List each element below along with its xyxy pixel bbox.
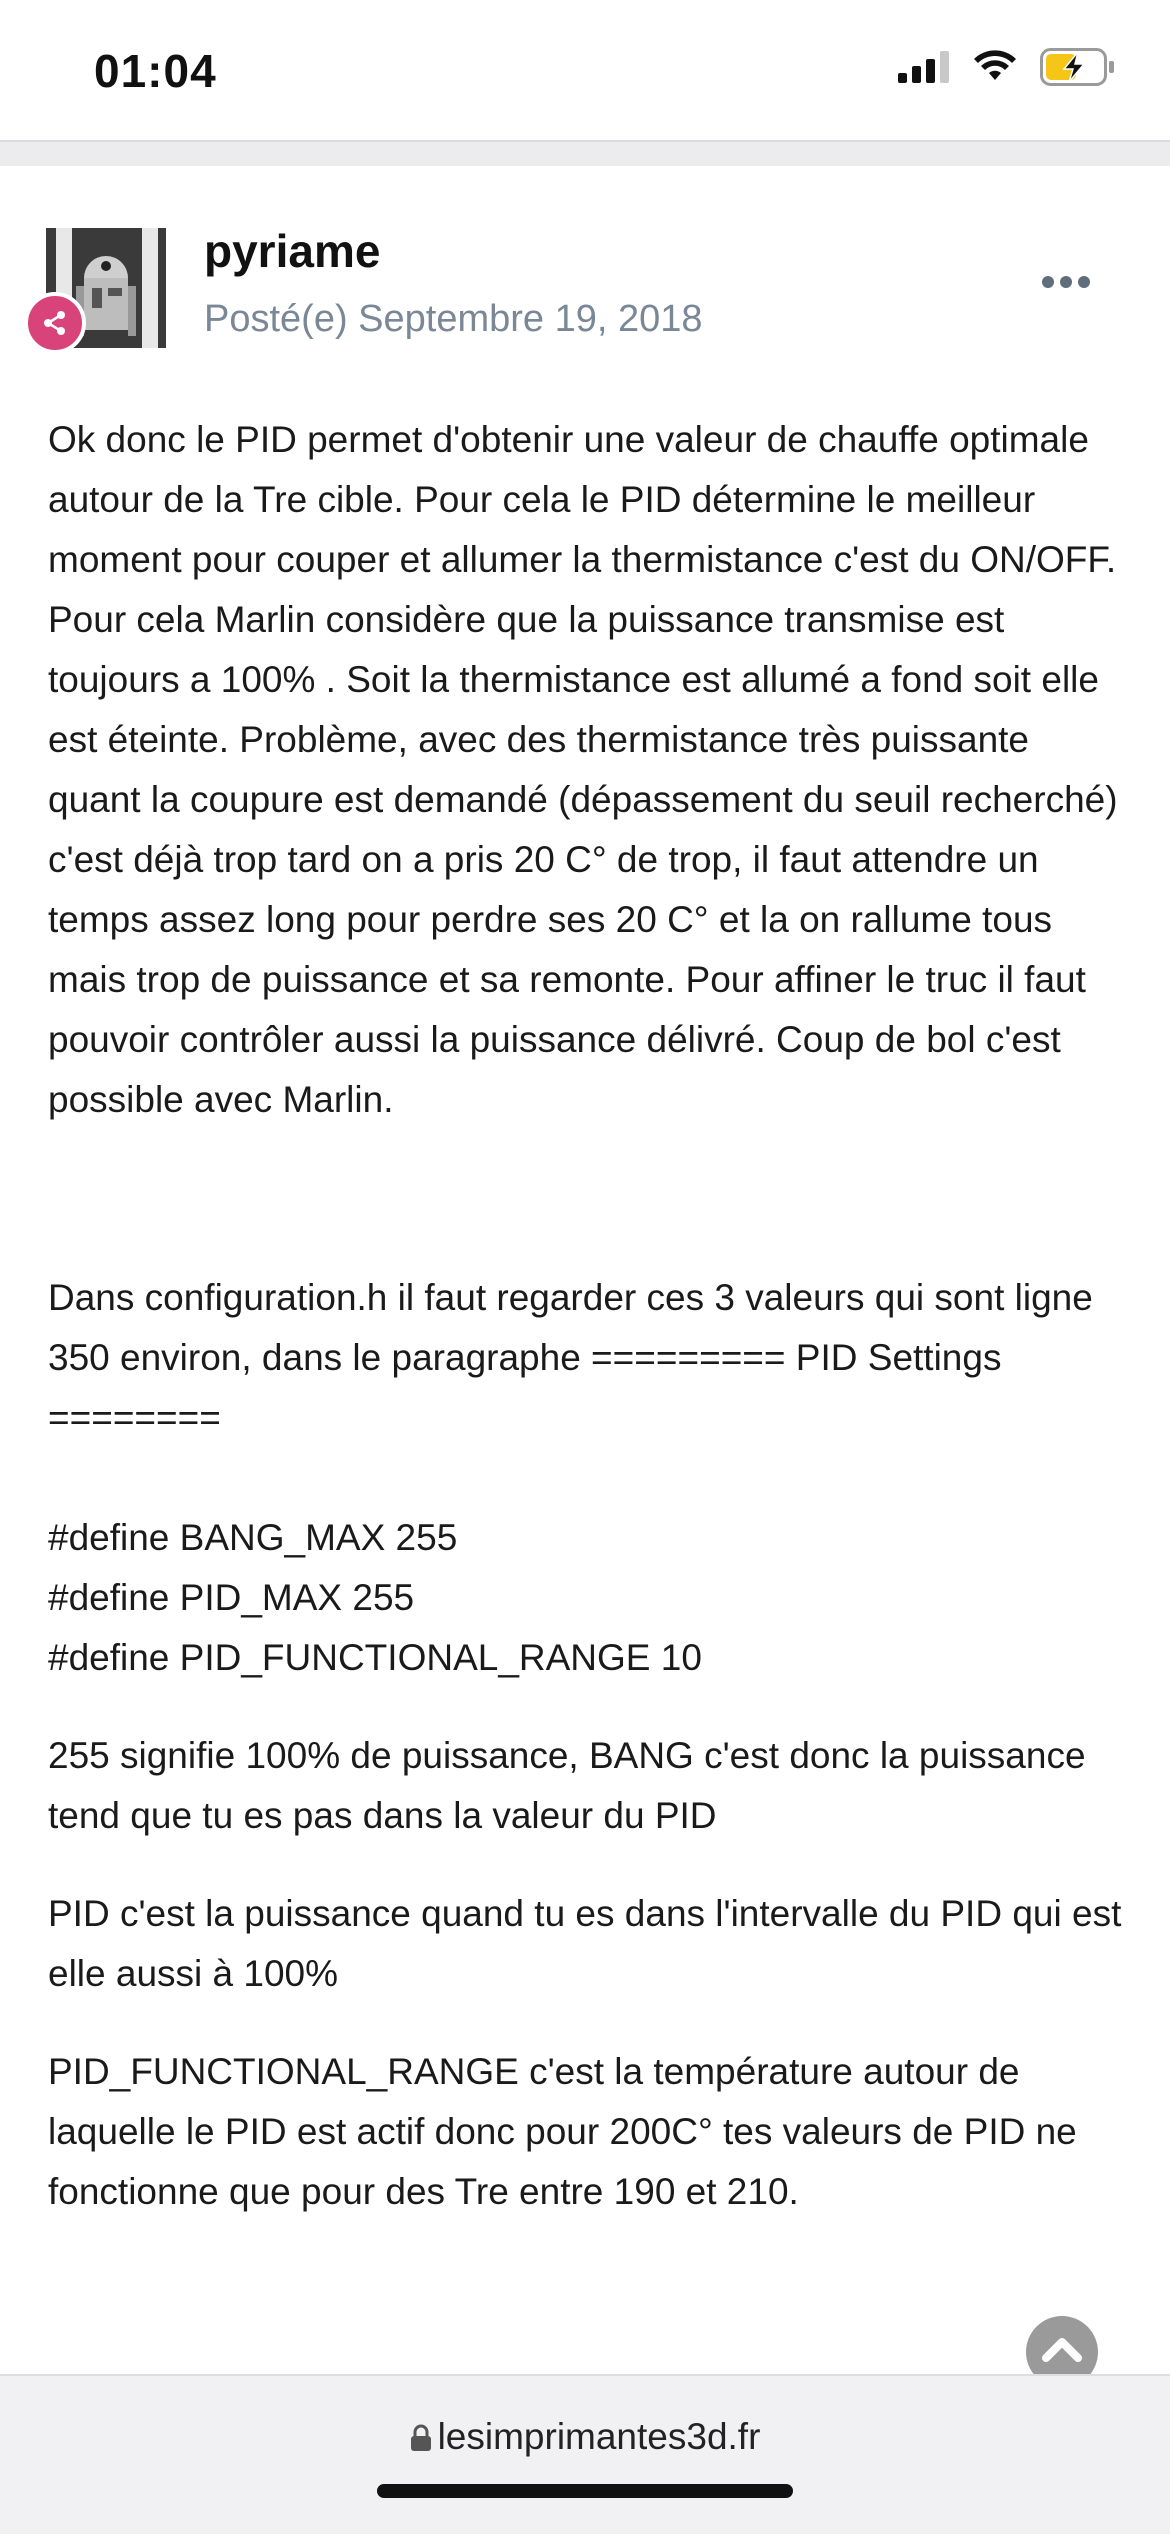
code-line: #define PID_FUNCTIONAL_RANGE 10 <box>48 1637 702 1678</box>
battery-charging-icon <box>1040 48 1114 86</box>
lock-icon <box>410 2424 431 2451</box>
section-separator <box>0 140 1170 168</box>
post-paragraph: 255 signifie 100% de puissance, BANG c'e… <box>48 1735 1086 1836</box>
url-text: lesimprimantes3d.fr <box>437 2416 761 2457</box>
post-paragraph: PID c'est la puissance quand tu es dans … <box>48 1893 1122 1994</box>
more-options-icon[interactable] <box>1042 276 1090 288</box>
home-indicator[interactable] <box>377 2484 793 2498</box>
forum-post: pyriame Posté(e) Septembre 19, 2018 Ok d… <box>0 166 1170 2388</box>
post-paragraph: PID_FUNCTIONAL_RANGE c'est la températur… <box>48 2051 1077 2212</box>
url-display[interactable]: lesimprimantes3d.fr <box>0 2416 1170 2458</box>
post-paragraph: Ok donc le PID permet d'obtenir une vale… <box>48 419 1118 1120</box>
status-bar: 01:04 <box>0 0 1170 140</box>
chevron-up-icon <box>1042 2338 1082 2362</box>
wifi-icon <box>974 50 1016 80</box>
status-time: 01:04 <box>94 45 217 97</box>
code-line: #define BANG_MAX 255 <box>48 1517 458 1558</box>
share-badge-icon <box>24 292 86 354</box>
status-icons <box>898 48 1116 86</box>
browser-address-bar[interactable]: lesimprimantes3d.fr <box>0 2374 1170 2534</box>
author-name[interactable]: pyriame <box>204 224 380 278</box>
code-line: #define PID_MAX 255 <box>48 1577 415 1618</box>
cellular-signal-icon <box>898 51 949 83</box>
post-paragraph: Dans configuration.h il faut regarder ce… <box>48 1277 1093 1438</box>
post-date[interactable]: Posté(e) Septembre 19, 2018 <box>204 298 703 341</box>
post-content: Ok donc le PID permet d'obtenir une vale… <box>48 410 1128 2222</box>
